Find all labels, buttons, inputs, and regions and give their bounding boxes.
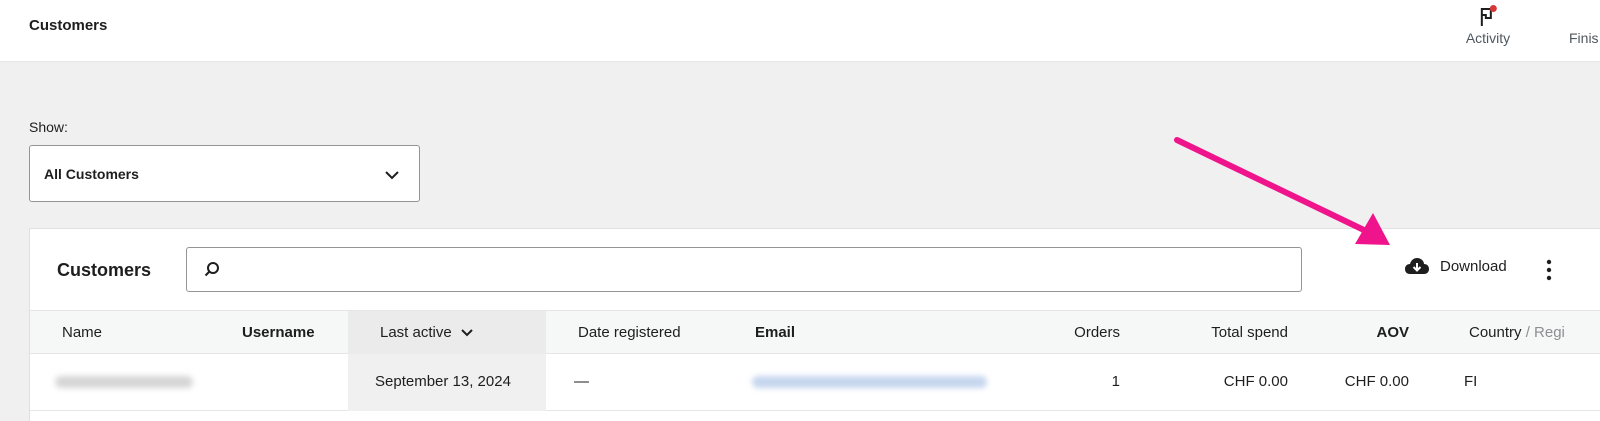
chevron-down-icon (385, 171, 399, 180)
search-icon (204, 262, 219, 277)
more-options-icon[interactable] (1542, 258, 1556, 282)
cell-country: FI (1464, 373, 1478, 390)
column-header-country[interactable]: Country / Regi (1469, 324, 1565, 341)
activity-button[interactable]: Activity (1466, 4, 1510, 46)
download-label: Download (1440, 257, 1507, 275)
column-header-total-spend[interactable]: Total spend (1180, 324, 1288, 341)
table-title: Customers (57, 260, 152, 280)
cell-orders[interactable]: 1 (1040, 373, 1120, 390)
country-label: Country (1469, 324, 1522, 341)
cloud-download-icon (1405, 258, 1429, 274)
column-header-username[interactable]: Username (242, 324, 315, 341)
show-filter-label: Show: (29, 119, 68, 135)
finish-setup-button[interactable]: Finis (1569, 30, 1599, 46)
customer-filter-value: All Customers (44, 166, 139, 182)
customer-filter-select[interactable]: All Customers (29, 145, 420, 202)
region-label: / Regi (1525, 324, 1565, 341)
column-header-email[interactable]: Email (755, 324, 795, 341)
table-row: September 13, 2024 — 1 CHF 0.00 CHF 0.00… (30, 354, 1600, 411)
column-header-date-registered[interactable]: Date registered (578, 324, 681, 341)
table-header: Name Username Last active Date registere… (30, 310, 1600, 355)
flag-icon (1476, 4, 1500, 30)
cell-total-spend: CHF 0.00 (1223, 373, 1288, 390)
sort-chevron-down-icon (461, 329, 473, 337)
redacted-name[interactable] (55, 376, 193, 388)
page-title: Customers (29, 17, 108, 34)
column-header-orders[interactable]: Orders (1040, 324, 1120, 341)
column-header-aov[interactable]: AOV (1330, 324, 1409, 341)
last-active-label: Last active (380, 324, 452, 341)
redacted-email[interactable] (752, 376, 987, 388)
column-header-last-active[interactable]: Last active (380, 324, 474, 341)
top-bar: Customers Activity Finis (0, 0, 1600, 62)
search-input[interactable] (186, 247, 1302, 292)
finish-label: Finis (1569, 30, 1599, 46)
activity-label: Activity (1465, 30, 1511, 46)
cell-aov: CHF 0.00 (1344, 373, 1409, 390)
cell-last-active: September 13, 2024 (375, 373, 511, 390)
customers-table-card: Customers Download Name Username Last ac… (29, 228, 1600, 421)
download-button[interactable]: Download (1404, 256, 1507, 276)
column-header-name[interactable]: Name (62, 324, 102, 341)
cell-date-registered: — (574, 373, 589, 390)
